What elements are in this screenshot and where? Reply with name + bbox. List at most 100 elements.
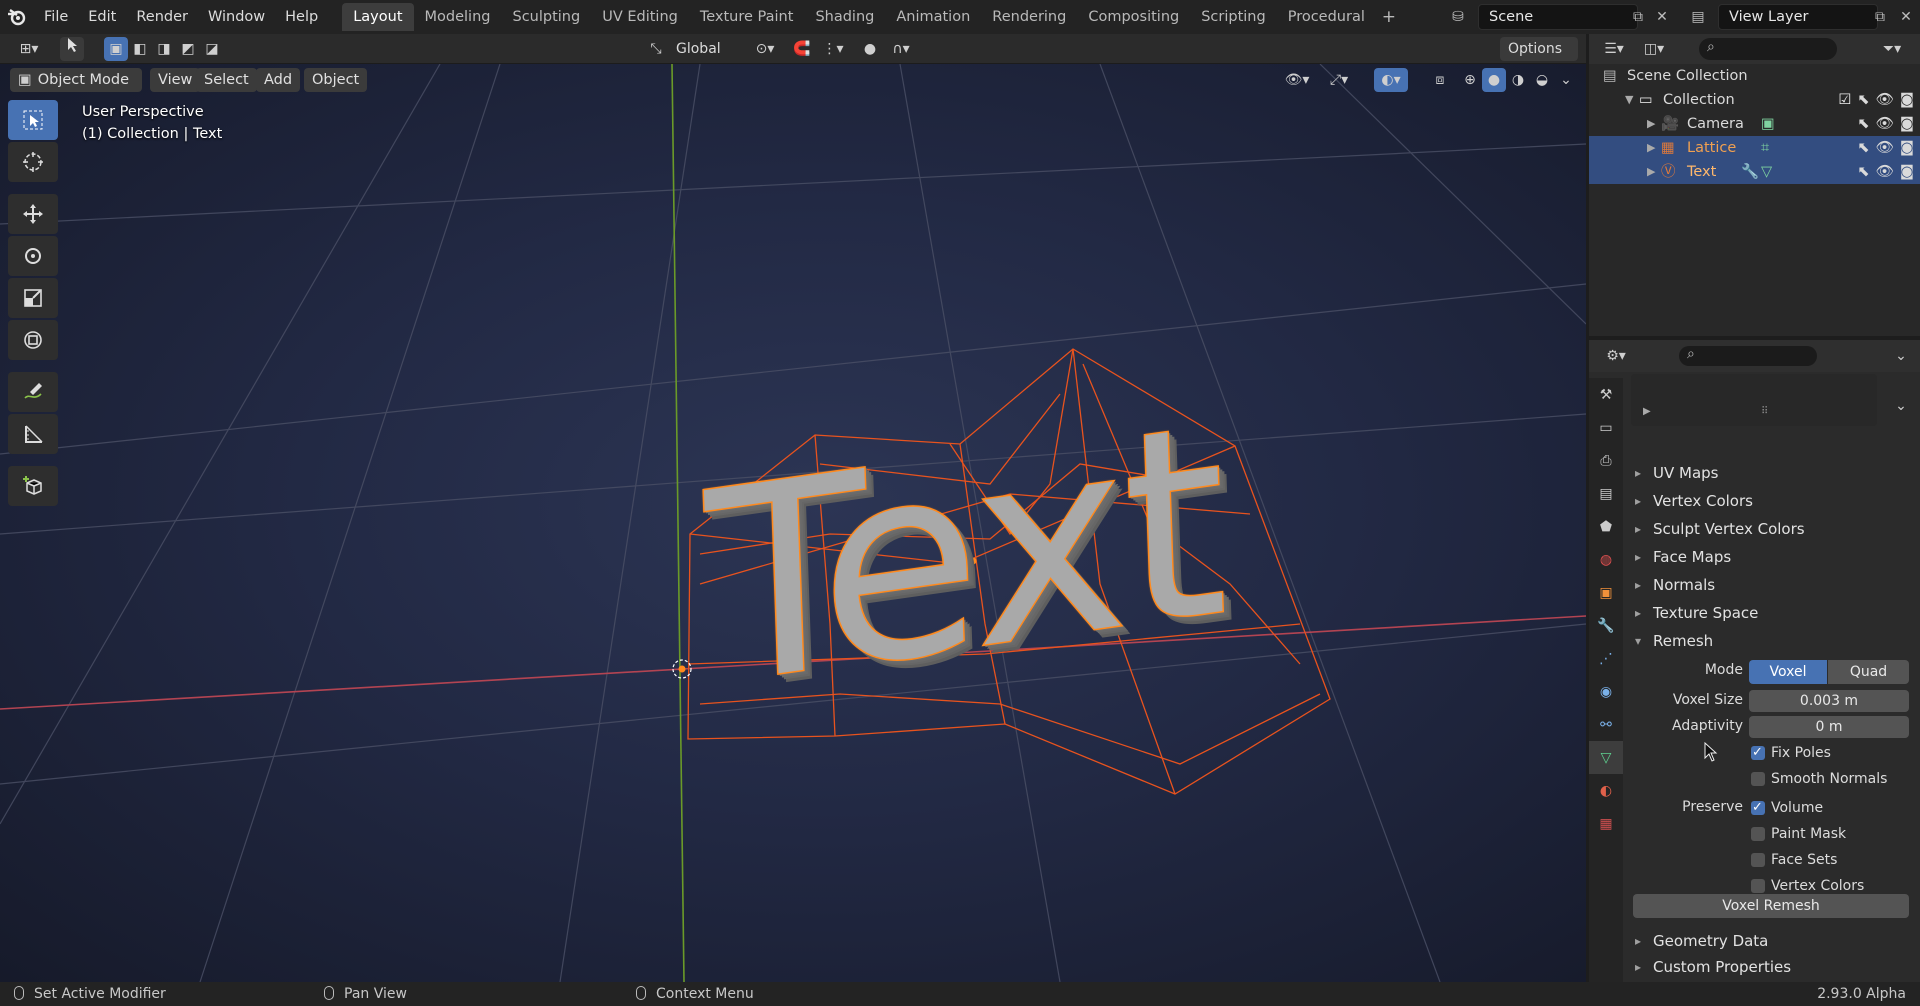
selectable-icon[interactable]: ⬉ [1857,136,1869,160]
smooth-normals-checkbox[interactable]: Smooth Normals [1751,769,1887,789]
select-box-tool[interactable] [8,100,58,140]
scene-name-field[interactable]: Scene [1478,4,1638,30]
tab-mesh-data[interactable]: ▽ [1589,741,1623,774]
outliner-row-scene-collection[interactable]: ▤ Scene Collection [1589,64,1920,88]
rendered-shading-icon[interactable]: ◒ [1530,68,1554,92]
snap-target-icon[interactable]: ⋮▾ [816,37,850,61]
select-menu[interactable]: Select [196,68,257,92]
panel-custom-properties[interactable]: Custom Properties [1631,954,1915,980]
new-view-layer-icon[interactable]: ⧉ [1868,5,1892,29]
add-menu[interactable]: Add [256,68,301,92]
solid-shading-icon[interactable]: ● [1482,68,1506,92]
panel-texture-space[interactable]: Texture Space [1631,600,1915,626]
panel-uv-maps[interactable]: UV Maps [1631,460,1915,486]
properties-search-input[interactable]: ⌕ [1679,346,1817,366]
expand-arrow-icon[interactable]: ▶ [1647,160,1655,184]
list-menu-icon[interactable]: ⌄ [1889,394,1913,418]
panel-geometry-data[interactable]: Geometry Data [1631,928,1915,954]
text-object[interactable]: Text [701,364,1228,747]
tab-render[interactable]: ▭ [1589,411,1623,444]
camera-render-icon[interactable]: ◙ [1900,112,1914,136]
selectable-icon[interactable]: ⬉ [1857,88,1869,112]
outliner-row-text[interactable]: ▶ Ⓥ Text 🔧 ▽ ⬉ 👁 ◙ [1589,160,1920,184]
tab-output[interactable]: ⎙ [1589,444,1623,477]
tab-texture-paint[interactable]: Texture Paint [689,3,805,31]
expand-arrow-icon[interactable]: ▼ [1625,88,1633,112]
face-sets-checkbox[interactable]: Face Sets [1751,850,1837,870]
rotate-tool[interactable] [8,236,58,276]
tab-texture[interactable]: ▦ [1589,807,1623,840]
tab-constraints[interactable]: ⚯ [1589,708,1623,741]
add-workspace-button[interactable]: + [1376,7,1402,27]
tab-shading[interactable]: Shading [804,3,885,31]
tab-sculpting[interactable]: Sculpting [501,3,591,31]
filter-icon[interactable]: ⏷▾ [1877,37,1907,61]
expand-arrow-icon[interactable]: ▶ [1647,112,1655,136]
camera-render-icon[interactable]: ◙ [1900,160,1914,184]
outliner-row-collection[interactable]: ▼ ▭ Collection ☑ ⬉ 👁 ◙ [1589,88,1920,112]
menu-render[interactable]: Render [126,3,198,31]
gizmo-icon[interactable]: ⤢▾ [1322,68,1356,92]
blender-logo-icon[interactable] [0,0,34,34]
transform-orientation-dropdown[interactable]: Global [668,37,736,61]
tab-scripting[interactable]: Scripting [1190,3,1276,31]
menu-help[interactable]: Help [275,3,328,31]
material-shading-icon[interactable]: ◑ [1506,68,1530,92]
outliner-row-lattice[interactable]: ▶ ▦ Lattice ⌗ ⬉ 👁 ◙ [1589,136,1920,160]
attribute-list-box[interactable]: ▶ ⠿ [1631,374,1877,426]
resize-grip-icon[interactable]: ⠿ [1761,406,1768,417]
eye-icon[interactable]: 👁 [1876,112,1894,136]
scene-selector-icon[interactable]: ⛁ [1446,5,1470,29]
camera-render-icon[interactable]: ◙ [1900,88,1914,112]
select-mode-new-icon[interactable]: ▣ [104,37,128,61]
falloff-icon[interactable]: ∩▾ [884,37,918,61]
menu-file[interactable]: File [34,3,78,31]
move-tool[interactable] [8,194,58,234]
tab-tool[interactable]: ⚒ [1589,378,1623,411]
menu-edit[interactable]: Edit [78,3,126,31]
outliner-editor-type-icon[interactable]: ☰▾ [1597,37,1631,61]
select-mode-invert-icon[interactable]: ◩ [176,37,200,61]
eye-icon[interactable]: 👁 [1876,160,1894,184]
pivot-point-icon[interactable]: ⊙▾ [748,37,782,61]
select-tool-icon[interactable] [60,37,84,61]
new-scene-icon[interactable]: ⧉ [1626,5,1650,29]
tab-physics[interactable]: ◉ [1589,675,1623,708]
tab-modifiers[interactable]: 🔧 [1589,609,1623,642]
selectable-icon[interactable]: ⬉ [1857,160,1869,184]
fix-poles-checkbox[interactable]: Fix Poles [1751,743,1831,763]
panel-sculpt-vertex-colors[interactable]: Sculpt Vertex Colors [1631,516,1915,542]
expand-arrow-icon[interactable]: ▶ [1643,406,1651,417]
annotate-tool[interactable] [8,372,58,412]
panel-remesh[interactable]: Remesh [1631,628,1915,654]
tab-compositing[interactable]: Compositing [1077,3,1190,31]
selectable-icon[interactable]: ⬉ [1857,112,1869,136]
panel-face-maps[interactable]: Face Maps [1631,544,1915,570]
view-layer-icon[interactable]: ▤ [1686,5,1710,29]
expand-arrow-icon[interactable]: ▶ [1647,136,1655,160]
tab-modeling[interactable]: Modeling [414,3,502,31]
vertex-colors-checkbox[interactable]: Vertex Colors [1751,876,1864,896]
adaptivity-field[interactable]: 0 m [1749,716,1909,738]
mode-quad-button[interactable]: Quad [1828,660,1909,684]
tab-layout[interactable]: Layout [342,3,414,31]
overlays-icon[interactable]: ◐▾ [1374,68,1408,92]
options-dropdown[interactable]: Options [1500,37,1578,61]
volume-checkbox[interactable]: Volume [1751,798,1823,818]
measure-tool[interactable] [8,414,58,454]
outliner-row-camera[interactable]: ▶ 🎥 Camera ▣ ⬉ 👁 ◙ [1589,112,1920,136]
tab-view-layer[interactable]: ▤ [1589,477,1623,510]
tab-object[interactable]: ▣ [1589,576,1623,609]
eye-icon[interactable]: 👁 [1876,136,1894,160]
checkbox-icon[interactable]: ☑ [1838,88,1851,112]
visibility-selectability-icon[interactable]: 👁▾ [1280,68,1314,92]
tab-rendering[interactable]: Rendering [981,3,1077,31]
mode-voxel-button[interactable]: Voxel [1749,660,1827,684]
panel-vertex-colors[interactable]: Vertex Colors [1631,488,1915,514]
xray-icon[interactable]: ⧈ [1428,68,1452,92]
eye-icon[interactable]: 👁 [1876,88,1894,112]
tab-material[interactable]: ◐ [1589,774,1623,807]
snap-icon[interactable]: 🧲 [790,37,814,61]
select-mode-extend-icon[interactable]: ◧ [128,37,152,61]
scale-tool[interactable] [8,278,58,318]
